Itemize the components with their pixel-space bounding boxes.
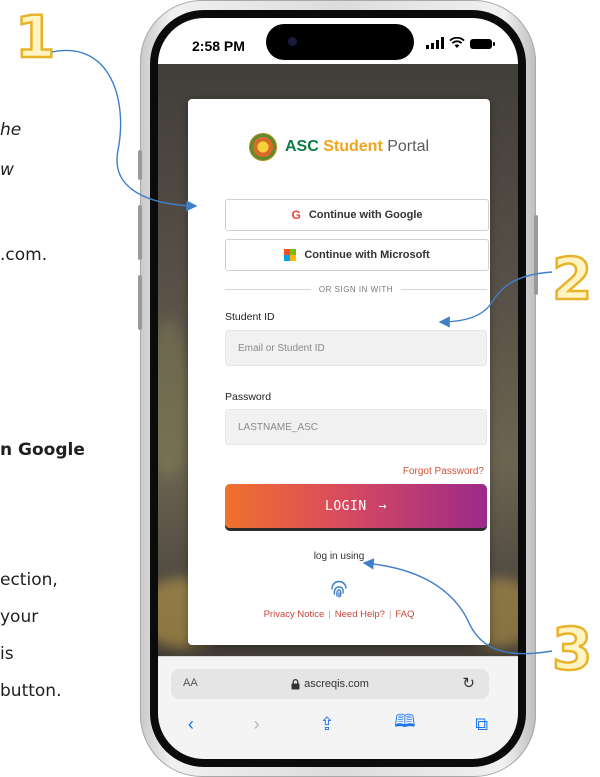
callout-arrow-1 [51,49,198,212]
callout-arrow-3 [362,558,553,655]
callout-arrows [51,49,553,655]
callout-arrow-2 [438,271,553,328]
